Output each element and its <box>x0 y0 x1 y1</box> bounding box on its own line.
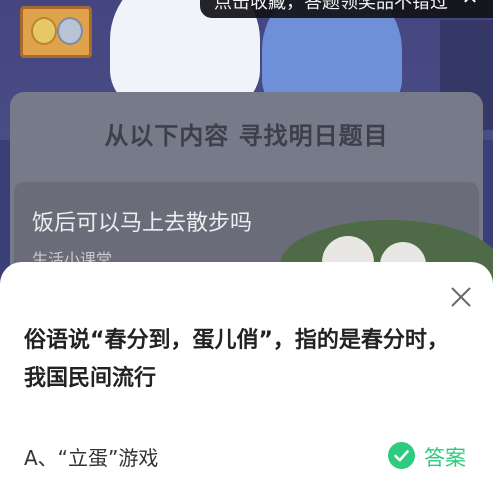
close-icon[interactable] <box>446 282 476 312</box>
option-a-row[interactable]: A、“立蛋”游戏 答案 <box>0 436 493 476</box>
favorite-toast: 点击收藏，答题领奖品不错过 ✕ <box>200 0 493 18</box>
option-a-text: A、“立蛋”游戏 <box>24 446 159 470</box>
card-title: 从以下内容 寻找明日题目 <box>104 122 389 150</box>
gold-medal-icon <box>31 17 57 45</box>
toast-message: 点击收藏，答题领奖品不错过 <box>214 0 448 13</box>
medal-frame-icon <box>20 6 92 58</box>
close-icon[interactable]: ✕ <box>459 0 481 8</box>
answer-label: 答案 <box>424 446 466 470</box>
answer-button[interactable]: 答案 <box>388 440 478 472</box>
check-circle-icon <box>388 442 415 469</box>
silver-medal-icon <box>57 17 83 45</box>
quiz-question-text: 俗语说“春分到，蛋儿俏”，指的是春分时，我国民间流行 <box>24 328 449 391</box>
question-card-title: 饭后可以马上去散步吗 <box>32 211 253 236</box>
